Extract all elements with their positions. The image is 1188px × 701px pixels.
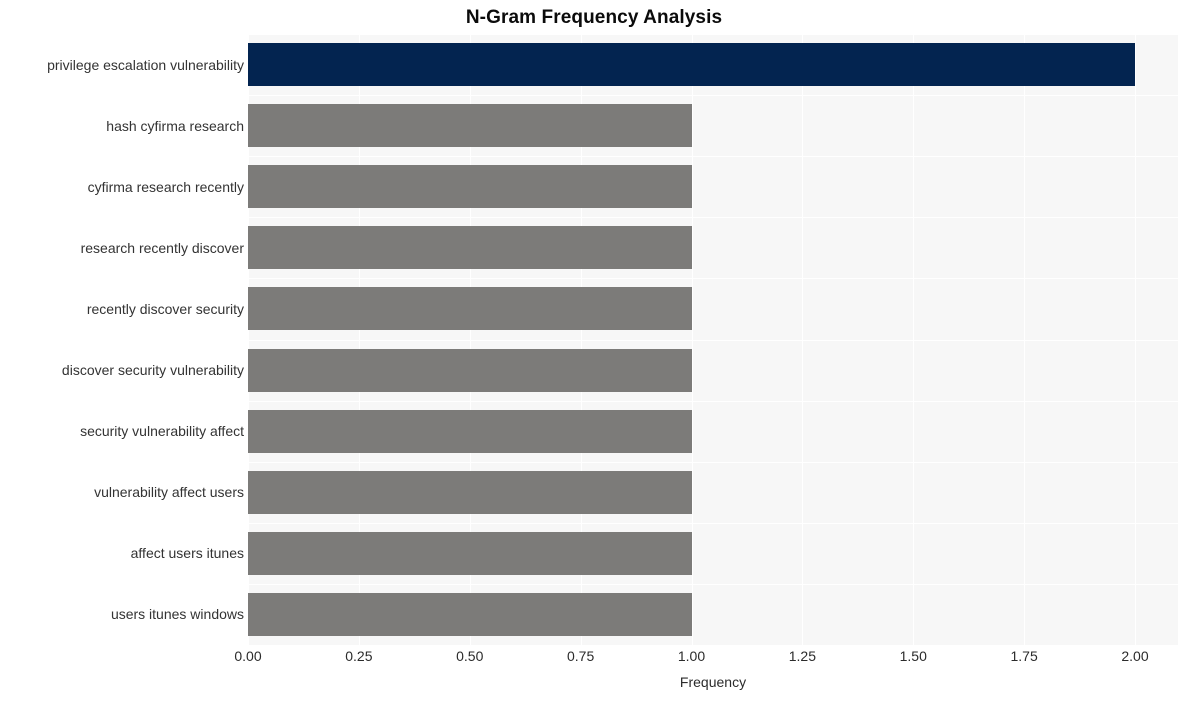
y-axis-tick-labels: privilege escalation vulnerability hash c… [0, 34, 244, 645]
bar[interactable] [248, 226, 692, 270]
x-axis-tick-label: 0.75 [567, 648, 595, 664]
x-axis-tick-label: 1.75 [1010, 648, 1038, 664]
bar[interactable] [248, 592, 692, 636]
gridline-horizontal [248, 583, 1178, 585]
gridline-horizontal [248, 339, 1178, 341]
ngram-frequency-chart: N-Gram Frequency Analysis privilege esca… [0, 0, 1188, 701]
y-axis-tick-label: research recently discover [80, 239, 244, 256]
bar[interactable] [248, 287, 692, 331]
bar[interactable] [248, 104, 692, 148]
bar[interactable] [248, 43, 1135, 87]
y-axis-tick-label: affect users itunes [130, 545, 244, 562]
y-axis-tick-label: security vulnerability affect [80, 423, 244, 440]
chart-title: N-Gram Frequency Analysis [465, 7, 723, 28]
bar[interactable] [248, 348, 692, 392]
y-axis-tick-label: discover security vulnerability [61, 362, 244, 379]
bar[interactable] [248, 531, 692, 575]
x-axis-tick-label: 0.50 [456, 648, 484, 664]
gridline-horizontal [248, 95, 1178, 97]
x-axis-tick-labels: 0.00 0.25 0.50 0.75 1.00 1.25 1.50 1.75 2.00 [0, 648, 1188, 670]
x-axis-tick-label: 0.25 [345, 648, 373, 664]
gridline-horizontal [248, 156, 1178, 158]
x-axis-title: Frequency [679, 674, 747, 690]
y-axis-tick-label: recently discover security [86, 300, 244, 317]
x-axis-tick-label: 1.50 [899, 648, 927, 664]
plot-area [248, 34, 1178, 645]
x-axis-tick-label: 1.25 [788, 648, 816, 664]
y-axis-tick-label: users itunes windows [110, 606, 244, 623]
x-axis-tick-label: 0.00 [234, 648, 262, 664]
gridline-horizontal [248, 278, 1178, 280]
y-axis-tick-label: privilege escalation vulnerability [47, 56, 244, 73]
gridline-horizontal [248, 217, 1178, 219]
gridline-horizontal [248, 522, 1178, 524]
gridline-horizontal [248, 34, 1178, 35]
y-axis-tick-label: vulnerability affect users [94, 484, 244, 501]
bar[interactable] [248, 165, 692, 209]
y-axis-tick-label: hash cyfirma research [106, 117, 244, 134]
gridline-horizontal [248, 461, 1178, 463]
bar[interactable] [248, 409, 692, 453]
bar[interactable] [248, 470, 692, 514]
gridline-horizontal [248, 400, 1178, 402]
x-axis-tick-label: 1.00 [677, 648, 706, 664]
y-axis-tick-label: cyfirma research recently [87, 178, 244, 195]
x-axis-tick-label: 2.00 [1121, 648, 1149, 664]
